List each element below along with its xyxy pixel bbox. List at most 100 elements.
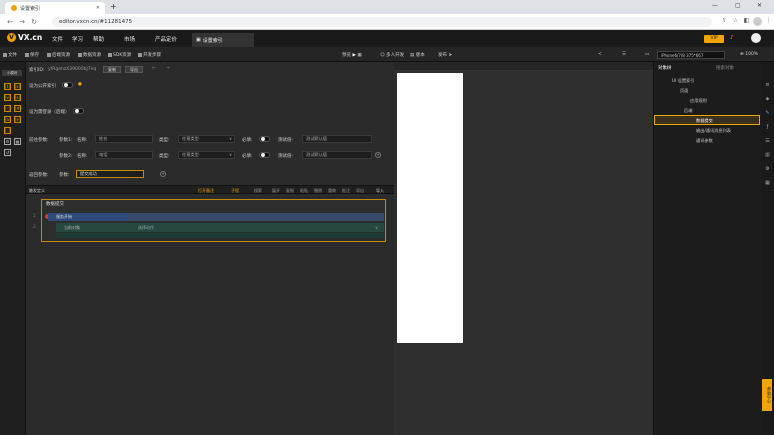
test1-input[interactable]: 测试默认值 [302,135,372,143]
type1-select[interactable]: 任意类型 ∨ [178,135,235,143]
rail-a-button[interactable]: [a] [4,116,11,123]
toolbar-backend[interactable]: 后端资源 [47,52,70,58]
app-tab-active[interactable]: ▣ 设置索引 [192,33,254,47]
device-select[interactable]: iPhone6/7/8 375*667 [657,51,725,59]
tree-page[interactable]: 页面 [680,88,688,94]
def-tab-note[interactable]: 打开备注 [198,188,214,194]
return-input[interactable]: 提交成功 [76,170,144,178]
rail-grid-icon[interactable]: ▦ [14,138,21,145]
def-tab-redo[interactable]: 重做 [328,188,336,194]
info-icon[interactable]: ● [78,82,82,87]
public-index-toggle[interactable] [62,82,73,88]
collapse-icon[interactable]: < [598,52,602,57]
event-icon[interactable]: ✎ [764,110,771,117]
new-tab-button[interactable]: + [110,3,117,11]
rail-e-button[interactable]: [e] [14,116,21,123]
table-icon[interactable]: ▦ [764,180,771,187]
def-tab-search[interactable]: 搜索 [254,188,262,194]
menu-pricing[interactable]: 产品定价 [155,35,177,43]
toolbar-steps[interactable]: 开发步骤 [138,52,161,58]
tree-comm-param[interactable]: 通讯参数 [696,138,713,144]
chevron-down-icon[interactable]: ∨ [375,223,378,232]
align-icon[interactable]: ☰ [622,52,626,57]
phone-preview[interactable] [397,73,463,343]
multi-dev-button[interactable]: ☺ 多人开发 [380,52,404,58]
rail-minus-button[interactable]: [-] [4,105,11,112]
def-tab-undo[interactable]: 撤销 [314,188,322,194]
add-param-icon[interactable]: + [375,152,381,158]
url-field[interactable]: editor.vxcn.cn/#11281475 [52,17,712,27]
minimize-button[interactable]: — [712,2,718,9]
close-tab-icon[interactable]: ✕ [96,5,100,11]
block-row-start[interactable]: 服务开始 [48,213,128,221]
def-tab-sub[interactable]: 子程 [231,188,239,194]
help-center-button[interactable]: 帮助中心 [762,379,772,411]
toolbar-file[interactable]: 文件 [3,52,17,58]
vx-logo[interactable]: V VX.cn [7,33,42,42]
rail-gear-icon[interactable]: ⚙ [4,138,11,145]
menu-help[interactable]: 帮助 [93,35,104,43]
forward-icon[interactable]: → [16,18,28,26]
rail-var-button[interactable]: [v] [4,94,11,101]
notification-bell-icon[interactable]: ♪ [730,35,734,41]
back-icon[interactable]: ← [4,18,16,26]
block-row-action[interactable]: 选择动作 [138,223,154,232]
monitor-icon[interactable]: ▭ [645,52,649,57]
tree-data-submit[interactable]: 数据提交 [696,118,713,124]
settings-icon[interactable]: ⚙ [764,166,771,173]
layers-icon[interactable]: ≡ [764,82,771,89]
preview-button[interactable]: 预览 ▶ ▦ [342,52,362,58]
toolbar-data[interactable]: 数据资源 [78,52,101,58]
test2-input[interactable]: 测试默认值 [302,151,372,159]
tab-search-object[interactable]: 搜索对象 [716,65,734,71]
def-tab-import[interactable]: 导入 [376,188,384,194]
tree-output-list[interactable]: 输出/通讯消息列表 [696,128,731,134]
vip-badge[interactable]: VIP [704,35,724,43]
required2-toggle[interactable] [259,152,270,158]
action-block[interactable]: 数据提交 服务开始 当前对象 选择动作 ∨ [41,199,386,242]
export-button[interactable]: 导出 [125,66,143,73]
menu-file[interactable]: 文件 [52,35,63,43]
back-arrow-icon[interactable]: ← [152,66,156,71]
toolbar-sdk[interactable]: SDK资源 [108,52,131,58]
def-tab-expand[interactable]: 展开 [272,188,280,194]
rail-style-button[interactable]: [s] [14,94,21,101]
name1-input[interactable]: 姓名 [95,135,153,143]
kebab-menu-icon[interactable]: ⋮ [764,17,773,26]
def-tab-annot[interactable]: 批注 [342,188,350,194]
component-icon[interactable]: ◈ [764,96,771,103]
add-return-icon[interactable]: + [160,171,166,177]
browser-tab[interactable]: 设置索引 ✕ [5,2,105,14]
tree-backend[interactable]: 后端 [684,108,692,114]
name2-input[interactable]: 电话 [95,151,153,159]
rail-grid-button[interactable]: [#] [14,105,21,112]
menu-learn[interactable]: 学习 [72,35,83,43]
def-tab-export[interactable]: 导出 [356,188,364,194]
tree-root[interactable]: UI 设置索引 [672,78,694,84]
rail-select-button[interactable]: [s] [14,83,21,90]
list-icon[interactable]: ☰ [764,138,771,145]
reload-icon[interactable]: ↻ [28,18,40,26]
fx-icon[interactable]: ƒ [764,124,771,131]
avatar[interactable] [751,33,761,43]
rail-history-icon[interactable]: ↺ [4,149,11,156]
sidebar-icon[interactable]: ◧ [742,17,751,26]
rail-header[interactable]: 小模块 [2,70,22,76]
rail-text-button[interactable]: [t] [4,83,11,90]
publish-button[interactable]: 发布 ➤ [438,52,452,58]
share-icon[interactable]: ⇪ [720,17,729,26]
type2-select[interactable]: 任意类型 ∨ [178,151,235,159]
toolbar-save[interactable]: 保存 [25,52,39,58]
data-icon[interactable]: ▥ [764,152,771,159]
maximize-button[interactable]: ▢ [735,2,741,9]
star-icon[interactable]: ☆ [731,17,740,26]
block-row-object[interactable]: 当前对象 选择动作 ∨ [56,223,384,232]
profile-icon[interactable] [753,17,762,26]
def-tab-copy[interactable]: 复制 [286,188,294,194]
copy-button[interactable]: 复制 [103,66,121,73]
def-tab-paste[interactable]: 粘贴 [300,188,308,194]
version-button[interactable]: ▤ 版本 [410,52,425,58]
tree-rule[interactable]: 应用规则 [690,98,707,104]
login-toggle[interactable] [73,108,84,114]
rail-empty-button[interactable]: [ ] [4,127,11,134]
